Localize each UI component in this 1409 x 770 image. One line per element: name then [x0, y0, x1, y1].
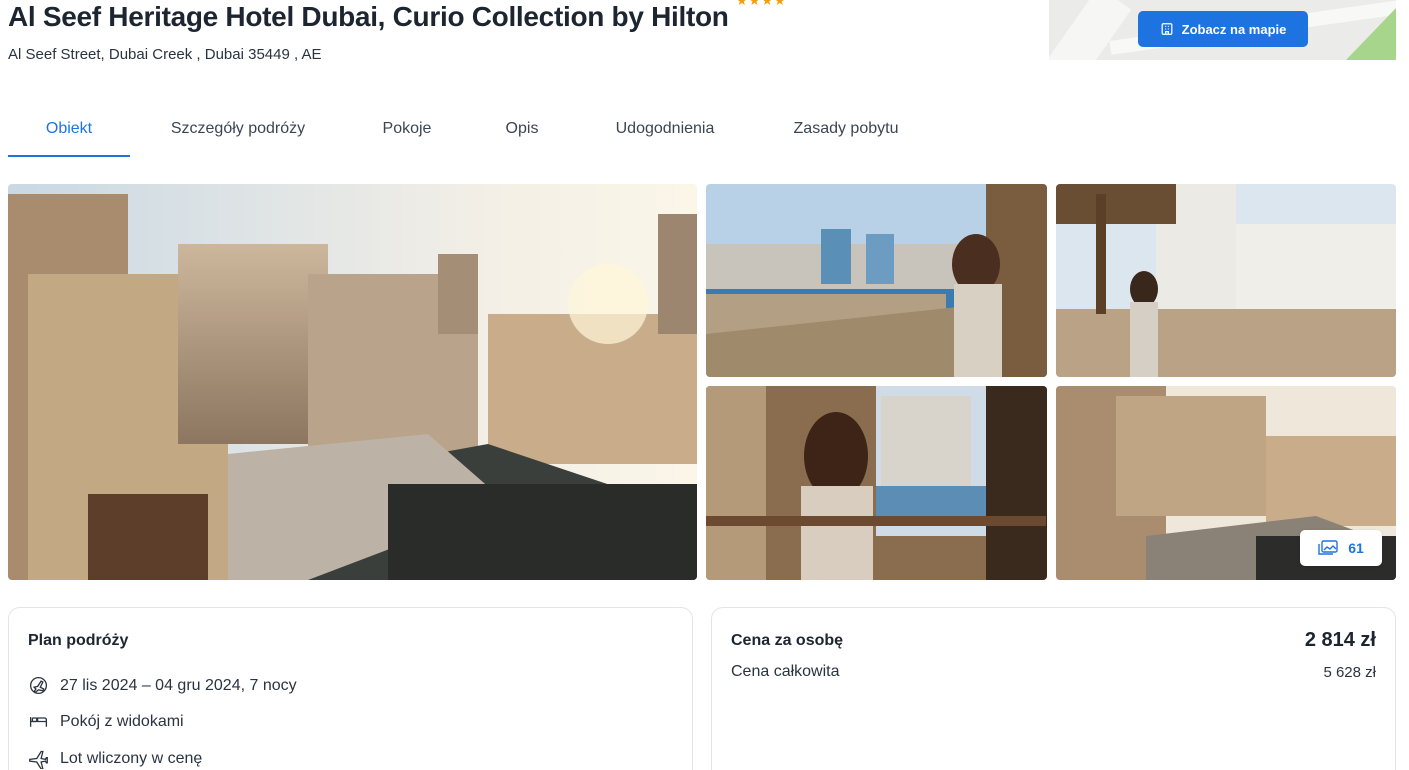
trip-plan-title: Plan podróży — [28, 632, 129, 649]
star-icon: ★ — [736, 0, 748, 8]
tab-rooms[interactable]: Pokoje — [346, 100, 468, 157]
gallery-photo-window-view[interactable] — [706, 386, 1047, 580]
calendar-plane-icon — [29, 676, 48, 695]
price-per-person-label: Cena za osobę — [731, 632, 844, 649]
star-icon: ★ — [748, 0, 761, 8]
price-per-person-value: 2 814 zł — [1304, 629, 1376, 651]
tab-bar: Obiekt Szczegóły podróży Pokoje Opis Udo… — [8, 100, 938, 157]
hotel-address: Al Seef Street, Dubai Creek , Dubai 3544… — [8, 46, 322, 63]
trip-plan-card: Plan podróży 27 lis 2024 – 04 gru 2024, … — [8, 607, 693, 770]
plan-flight: Lot wliczony w cenę — [60, 749, 203, 767]
airplane-icon — [29, 750, 48, 769]
tab-house-rules[interactable]: Zasady pobytu — [754, 100, 938, 157]
photo-count-value: 61 — [1348, 540, 1364, 556]
star-icon: ★ — [761, 0, 773, 8]
map-preview[interactable]: Zobacz na mapie — [1049, 0, 1396, 60]
price-card: Cena za osobę 2 814 zł Cena całkowita 5 … — [711, 607, 1396, 770]
hotel-title: Al Seef Heritage Hotel Dubai, Curio Coll… — [8, 1, 729, 32]
plan-room: Pokój z widokami — [60, 712, 184, 730]
plan-dates: 27 lis 2024 – 04 gru 2024, 7 nocy — [60, 676, 297, 694]
star-icon: ★ — [773, 0, 786, 8]
tab-description[interactable]: Opis — [468, 100, 576, 157]
bed-icon — [29, 717, 48, 727]
tab-obiekt[interactable]: Obiekt — [8, 100, 130, 157]
building-icon — [1161, 23, 1173, 35]
tab-travel-details[interactable]: Szczegóły podróży — [130, 100, 346, 157]
gallery-photo-main[interactable] — [8, 184, 697, 580]
plan-flight-row: Lot wliczony w cenę — [28, 748, 202, 769]
gallery-photo-creek[interactable] — [706, 184, 1047, 377]
show-on-map-button[interactable]: Zobacz na mapie — [1138, 11, 1308, 47]
plan-room-row: Pokój z widokami — [28, 711, 184, 732]
gallery-icon — [1318, 540, 1338, 555]
show-on-map-label: Zobacz na mapie — [1181, 21, 1287, 37]
plan-dates-row: 27 lis 2024 – 04 gru 2024, 7 nocy — [28, 675, 297, 696]
tab-amenities[interactable]: Udogodnienia — [576, 100, 754, 157]
photo-count-button[interactable]: 61 — [1300, 530, 1382, 566]
gallery-photo-white-building[interactable] — [1056, 184, 1396, 377]
total-price-value: 5 628 zł — [1323, 664, 1376, 681]
total-price-label: Cena całkowita — [731, 663, 840, 680]
star-rating: ★ ★ ★ ★ — [736, 0, 786, 8]
